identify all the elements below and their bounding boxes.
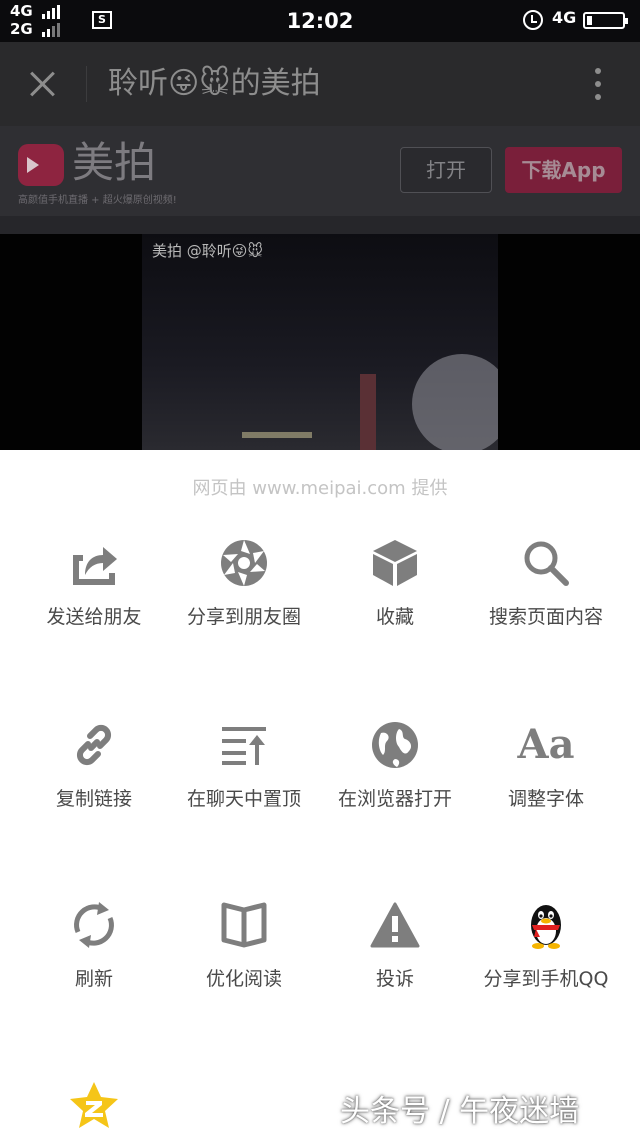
pin-in-chat-button[interactable]: 在聊天中置顶 <box>164 720 324 870</box>
title-divider <box>86 66 87 102</box>
open-app-button[interactable]: 打开 <box>400 147 492 193</box>
battery-icon <box>583 12 628 29</box>
battery-fill <box>587 16 592 25</box>
building <box>360 374 376 450</box>
logo-slogan: 高颜值手机直播 + 超火爆原创视频! <box>18 195 177 206</box>
share-arrow-icon <box>69 538 119 588</box>
status-time: 12:02 <box>286 9 354 33</box>
search-page-button[interactable]: 搜索页面内容 <box>466 538 626 688</box>
qzone-star-icon <box>69 1080 119 1130</box>
banner-divider <box>0 216 640 234</box>
link-icon <box>69 720 119 770</box>
alarm-icon <box>523 10 543 30</box>
refresh-button[interactable]: 刷新 <box>14 900 174 1050</box>
share-to-moments-button[interactable]: 分享到朋友圈 <box>164 538 324 688</box>
item-label: 分享到手机QQ <box>483 968 609 990</box>
item-label: 搜索页面内容 <box>488 606 603 628</box>
copy-link-button[interactable]: 复制链接 <box>14 720 174 870</box>
item-label: 投诉 <box>375 968 414 990</box>
share-to-qzone-button[interactable] <box>14 1080 174 1138</box>
send-to-friend-button[interactable]: 发送给朋友 <box>14 538 174 688</box>
font-glyph: Aa <box>517 721 575 768</box>
complain-button[interactable]: 投诉 <box>315 900 475 1050</box>
webview-title-bar: 聆听😜🐭的美拍 <box>0 42 640 126</box>
book-icon <box>219 900 269 950</box>
qq-penguin-icon <box>521 900 571 950</box>
item-label: 发送给朋友 <box>46 606 142 628</box>
item-label: 在聊天中置顶 <box>186 788 301 810</box>
item-label: 刷新 <box>74 968 113 990</box>
page-title: 聆听😜🐭的美拍 <box>108 66 321 101</box>
city-lights <box>242 432 312 438</box>
item-label: 分享到朋友圈 <box>186 606 301 628</box>
video-watermark: 美拍 @聆听😜🐭 <box>152 242 264 260</box>
search-icon <box>521 538 571 588</box>
download-app-button[interactable]: 下载App <box>505 147 622 193</box>
item-label: 在浏览器打开 <box>337 788 452 810</box>
watermark-credit: 头条号 / 午夜迷墙 <box>340 1094 580 1129</box>
item-label: 收藏 <box>375 606 414 628</box>
share-to-qq-button[interactable]: 分享到手机QQ <box>466 900 626 1050</box>
optimize-reading-button[interactable]: 优化阅读 <box>164 900 324 1050</box>
item-label: 复制链接 <box>55 788 132 810</box>
app-banner: 美拍 高颜值手机直播 + 超火爆原创视频! 打开 下载App <box>0 126 640 216</box>
open-in-browser-button[interactable]: 在浏览器打开 <box>315 720 475 870</box>
video-frame: 美拍 @聆听😜🐭 <box>142 234 498 450</box>
pin-top-icon <box>219 720 269 770</box>
status-bar: 4G 2G S 12:02 4G <box>0 0 640 42</box>
network-type: 4G <box>552 8 577 27</box>
item-label: 调整字体 <box>507 788 584 810</box>
logo-text: 美拍 <box>72 138 157 187</box>
globe-icon <box>370 720 420 770</box>
more-options-button[interactable] <box>584 62 612 106</box>
font-size-icon: Aa <box>518 720 575 770</box>
adjust-font-button[interactable]: Aa 调整字体 <box>466 720 626 870</box>
meipai-logo-icon <box>18 144 64 186</box>
moments-aperture-icon <box>219 538 269 588</box>
item-label: 优化阅读 <box>205 968 282 990</box>
action-sheet: 网页由 www.meipai.com 提供 发送给朋友 分享到朋友圈 收藏 搜索… <box>0 450 640 1138</box>
trees <box>412 354 498 450</box>
close-button[interactable] <box>20 62 64 106</box>
video-player[interactable]: 美拍 @聆听😜🐭 <box>0 234 640 450</box>
warning-icon <box>370 900 420 950</box>
refresh-icon <box>69 900 119 950</box>
favorite-button[interactable]: 收藏 <box>315 538 475 688</box>
favorite-cube-icon <box>370 538 420 588</box>
provider-text: 网页由 www.meipai.com 提供 <box>192 478 448 499</box>
